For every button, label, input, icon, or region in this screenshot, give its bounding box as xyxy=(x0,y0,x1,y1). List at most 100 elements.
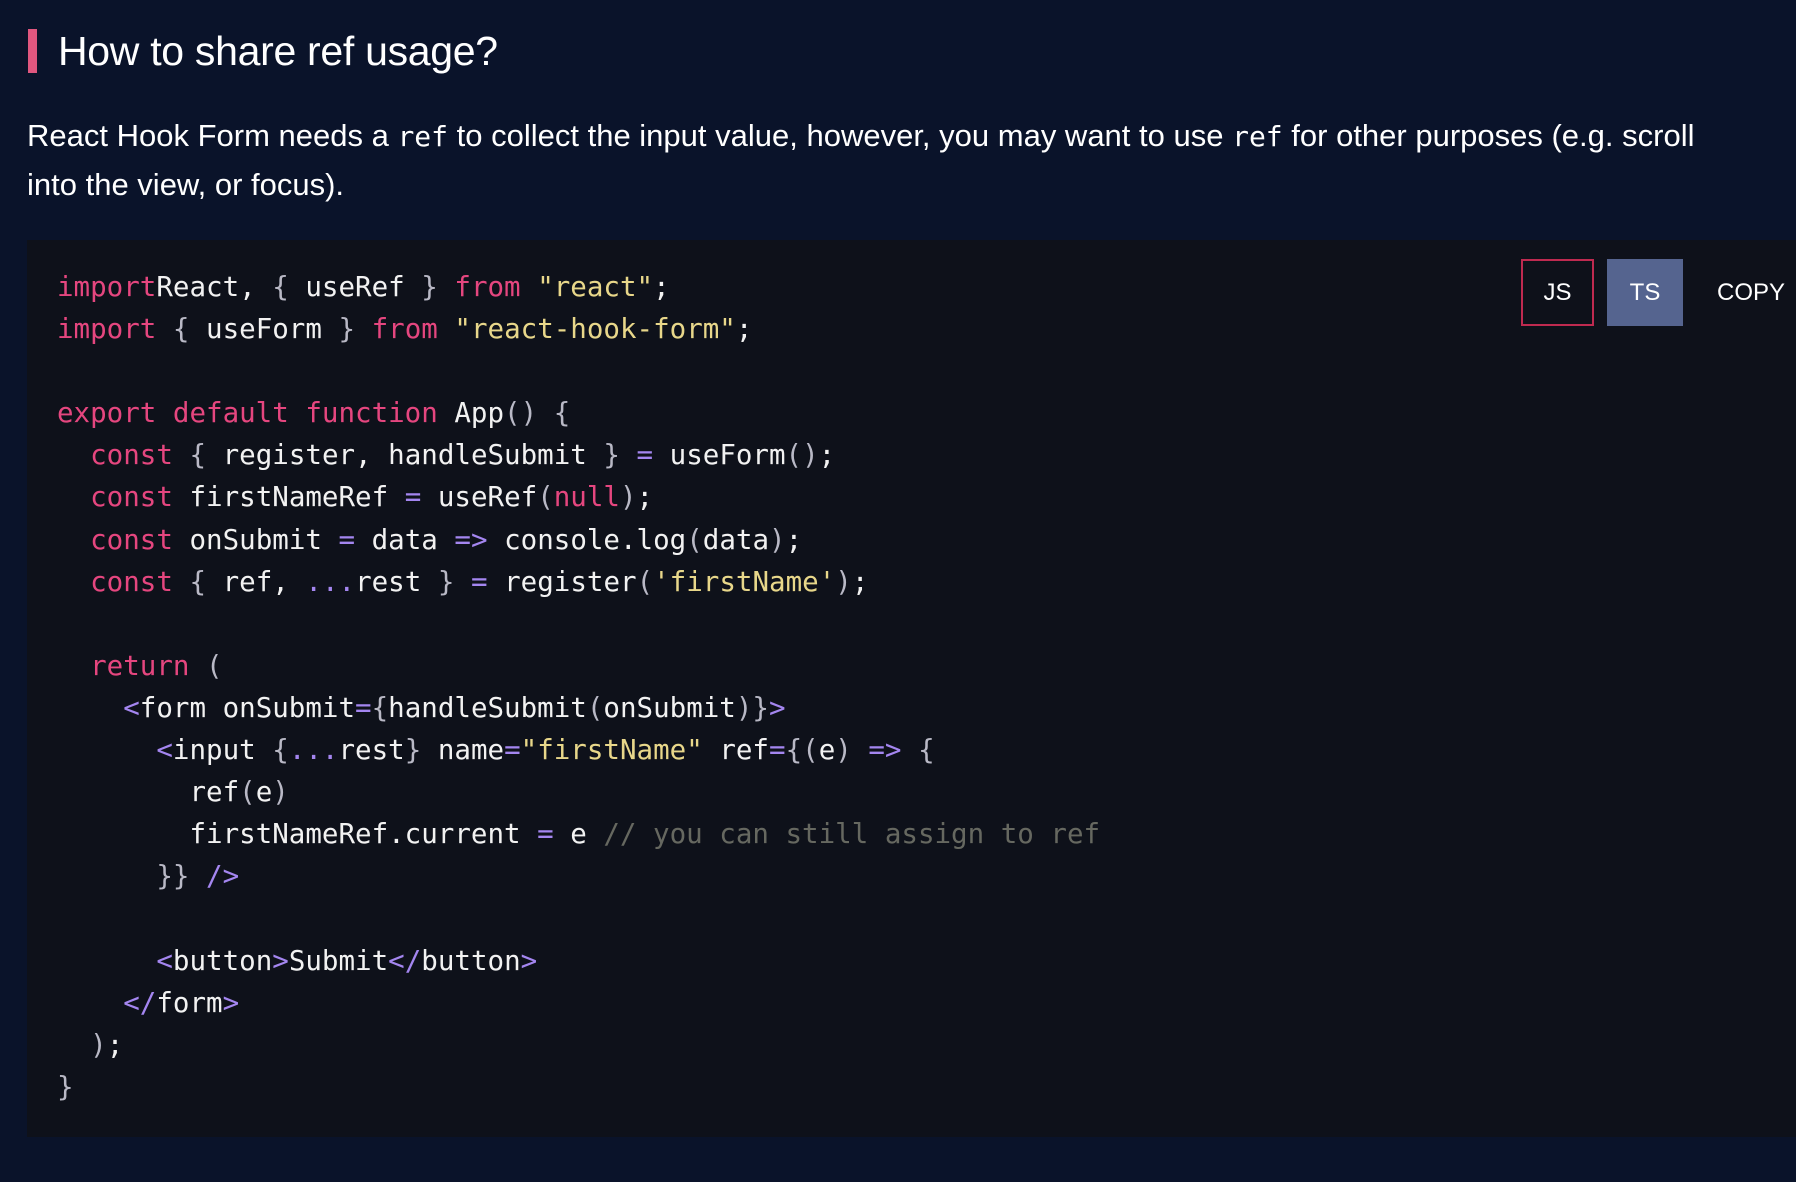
code-token: "react-hook-form" xyxy=(454,313,736,346)
code-token: form onSubmit xyxy=(139,691,356,724)
code-line: </form> xyxy=(57,982,1100,1024)
copy-button[interactable]: COPY xyxy=(1700,259,1796,326)
code-token: } xyxy=(404,734,422,767)
code-token: firstNameRef xyxy=(172,481,405,514)
code-token: form xyxy=(156,986,223,1019)
code-token: ... xyxy=(288,734,339,767)
code-token: => xyxy=(454,523,488,556)
code-token: input xyxy=(172,734,273,767)
code-token: register, handleSubmit xyxy=(206,439,604,472)
code-line: import { useForm } from "react-hook-form… xyxy=(57,308,1100,350)
code-token: "react" xyxy=(537,271,654,303)
code-token: ref xyxy=(57,776,240,809)
code-line: <form onSubmit={handleSubmit(onSubmit)}> xyxy=(57,687,1100,729)
code-token: e xyxy=(818,734,836,767)
code-token: { xyxy=(272,734,289,767)
code-token: </ xyxy=(388,944,422,977)
inline-code: ref xyxy=(1232,120,1283,153)
code-content: importReact, { useRef } from "react"; imp… xyxy=(57,266,1100,1108)
code-token: data xyxy=(355,523,455,556)
code-token: ( xyxy=(239,776,256,809)
description-paragraph: React Hook Form needs a ref to collect t… xyxy=(27,112,1796,209)
code-token: ) xyxy=(619,481,637,514)
code-token: return xyxy=(90,649,190,682)
code-token: e xyxy=(553,818,604,851)
code-token: ) xyxy=(835,565,852,598)
code-token: App xyxy=(437,397,505,430)
code-token: () xyxy=(785,439,819,472)
js-tab-button[interactable]: JS xyxy=(1521,259,1594,326)
code-token: ... xyxy=(305,565,356,598)
code-token: ; xyxy=(653,271,670,303)
code-token: { xyxy=(189,565,207,598)
code-token: = xyxy=(769,734,786,767)
code-token: ) xyxy=(90,1028,107,1061)
code-token: rest xyxy=(355,565,438,598)
code-line: const firstNameRef = useRef(null); xyxy=(57,476,1100,518)
para-text: into the view, or focus). xyxy=(27,167,345,202)
code-line: const { register, handleSubmit } = useFo… xyxy=(57,434,1100,476)
code-token: } xyxy=(437,565,455,598)
code-token: Submit xyxy=(288,944,389,977)
code-token: useForm xyxy=(653,439,786,472)
para-text: React Hook Form needs a xyxy=(27,118,398,153)
code-line: importReact, { useRef } from "react"; xyxy=(57,266,1100,308)
code-token: React, xyxy=(156,271,273,303)
code-token: console.log xyxy=(487,523,687,556)
code-token: > xyxy=(272,944,289,977)
code-token: } xyxy=(421,271,438,303)
code-token: export default function xyxy=(57,397,438,430)
code-token: const xyxy=(90,565,173,598)
code-token: = xyxy=(537,818,554,851)
code-token: { xyxy=(371,691,389,724)
code-line: firstNameRef.current = e // you can stil… xyxy=(57,813,1100,855)
para-text: for other purposes (e.g. scroll xyxy=(1282,118,1695,153)
code-token: ; xyxy=(785,523,803,556)
code-token: register xyxy=(487,565,637,598)
code-token: ) xyxy=(835,734,852,767)
code-line: }} /> xyxy=(57,855,1100,897)
code-token: const xyxy=(90,523,173,556)
code-line: const { ref, ...rest } = register('first… xyxy=(57,561,1100,603)
code-token: useRef xyxy=(421,481,538,514)
code-token: e xyxy=(255,776,273,809)
ts-tab-button[interactable]: TS xyxy=(1607,259,1683,326)
code-token: > xyxy=(222,986,240,1019)
code-token: } xyxy=(752,691,769,724)
inline-code: ref xyxy=(397,120,449,153)
code-token: < xyxy=(123,691,140,724)
code-token: ( xyxy=(206,649,223,682)
code-token: useRef xyxy=(288,271,422,303)
code-token: > xyxy=(520,944,538,977)
code-token: ( xyxy=(537,481,554,514)
code-token: ( xyxy=(636,565,654,598)
code-token: firstNameRef.current xyxy=(57,818,538,851)
heading-accent-bar xyxy=(28,29,37,73)
code-token: ; xyxy=(818,439,836,472)
code-token: = xyxy=(338,523,356,556)
code-token: // you can still assign to ref xyxy=(603,818,1101,851)
code-token: /> xyxy=(206,860,240,893)
code-token: < xyxy=(156,944,173,977)
code-token: } xyxy=(338,313,356,346)
code-token: ; xyxy=(636,481,654,514)
code-token: } xyxy=(57,1070,74,1103)
code-token: useForm xyxy=(189,313,339,346)
code-token: "firstName" xyxy=(520,734,703,767)
code-token: null xyxy=(553,481,620,514)
code-token: rest xyxy=(338,734,405,767)
code-token: = xyxy=(636,439,654,472)
